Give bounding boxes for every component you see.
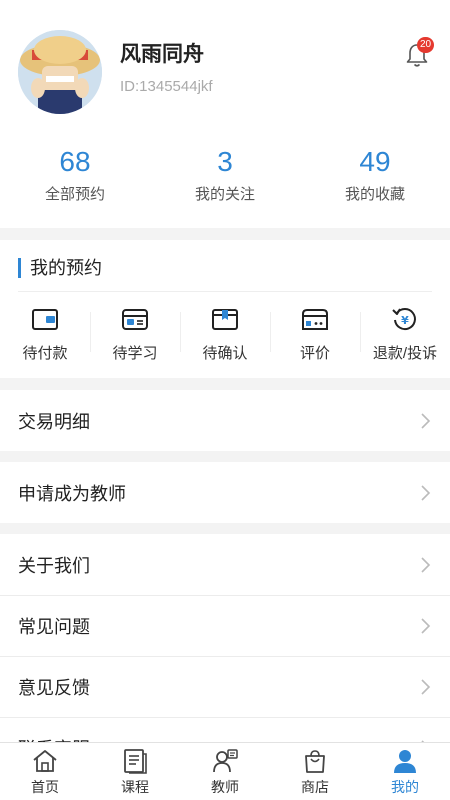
section-title: 我的预约: [18, 258, 102, 278]
user-icon: [394, 750, 416, 773]
order-pending-confirm[interactable]: 待确认: [180, 302, 270, 364]
tab-label: 我的: [391, 779, 419, 795]
menu-item-faq[interactable]: 常见问题: [0, 595, 450, 656]
stat-value: 3: [217, 146, 233, 177]
card-study-icon: [122, 309, 148, 330]
user-name: 风雨同舟: [120, 43, 204, 66]
tab-label: 课程: [121, 779, 149, 795]
chevron-right-icon: [421, 484, 431, 501]
avatar[interactable]: [18, 30, 102, 114]
divider: [18, 291, 432, 292]
wallet-icon: [32, 309, 58, 330]
stat-favorites[interactable]: 49 我的收藏: [300, 145, 450, 215]
refund-icon: ¥: [392, 308, 416, 331]
order-pending-payment[interactable]: 待付款: [0, 302, 90, 364]
order-pending-study[interactable]: 待学习: [90, 302, 180, 364]
order-label: 退款/投诉: [372, 345, 438, 362]
chevron-right-icon: [421, 556, 431, 573]
menu-item-feedback[interactable]: 意见反馈: [0, 656, 450, 717]
menu-item-become-teacher[interactable]: 申请成为教师: [0, 462, 450, 523]
stat-value: 49: [359, 146, 391, 177]
user-id: ID:1345544jkf: [120, 78, 213, 95]
order-status-row: 待付款 待学习 待确认 评价 ¥ 退款/投诉: [0, 302, 450, 364]
svg-text:¥: ¥: [401, 314, 409, 327]
menu-item-transactions[interactable]: 交易明细: [0, 390, 450, 451]
my-appointments-section: 我的预约 待付款 待学习 待确认 评价 ¥ 退款/投诉: [0, 240, 450, 378]
stats-row: 68 全部预约 3 我的关注 49 我的收藏: [0, 145, 450, 215]
tab-label: 教师: [211, 779, 239, 795]
tab-label: 首页: [31, 779, 59, 795]
profile-header: 风雨同舟 ID:1345544jkf 20 68 全部预约 3 我的关注 49 …: [0, 0, 450, 228]
order-label: 评价: [299, 345, 330, 362]
menu-item-about[interactable]: 关于我们: [0, 534, 450, 595]
tab-teachers[interactable]: 教师: [180, 743, 270, 800]
stat-label: 我的关注: [194, 186, 255, 203]
avatar-image: [18, 30, 102, 114]
menu-label: 关于我们: [18, 555, 90, 576]
menu-label: 意见反馈: [18, 678, 90, 698]
box-confirm-icon: [212, 309, 238, 330]
chevron-right-icon: [421, 412, 431, 429]
order-label: 待付款: [22, 345, 68, 362]
order-label: 待确认: [202, 345, 248, 362]
chevron-right-icon: [421, 679, 431, 695]
tab-label: 商店: [301, 779, 329, 795]
menu-label: 常见问题: [18, 617, 90, 637]
order-refund[interactable]: ¥ 退款/投诉: [360, 302, 450, 364]
tab-home[interactable]: 首页: [0, 743, 90, 800]
tab-mine[interactable]: 我的: [360, 743, 450, 800]
shop-bag-icon: [305, 750, 325, 773]
menu-label: 交易明细: [18, 411, 90, 432]
stat-value: 68: [59, 146, 91, 177]
menu-label: 申请成为教师: [18, 483, 126, 504]
order-label: 待学习: [112, 345, 158, 362]
home-icon: [33, 750, 57, 772]
teacher-icon: [213, 749, 238, 773]
chevron-right-icon: [421, 618, 431, 634]
bottom-tab-bar: 首页 课程 教师 商店 我的: [0, 742, 450, 800]
stat-appointments[interactable]: 68 全部预约: [0, 145, 150, 215]
stat-label: 我的收藏: [344, 186, 405, 203]
menu-group-teacher: 申请成为教师: [0, 462, 450, 523]
stat-following[interactable]: 3 我的关注: [150, 145, 300, 215]
course-icon: [124, 749, 147, 774]
order-review[interactable]: 评价: [270, 302, 360, 364]
comment-icon: [302, 309, 328, 330]
tab-courses[interactable]: 课程: [90, 743, 180, 800]
notification-badge: 20: [417, 37, 435, 53]
menu-group-transactions: 交易明细: [0, 390, 450, 451]
tab-shop[interactable]: 商店: [270, 743, 360, 800]
stat-label: 全部预约: [44, 186, 105, 203]
